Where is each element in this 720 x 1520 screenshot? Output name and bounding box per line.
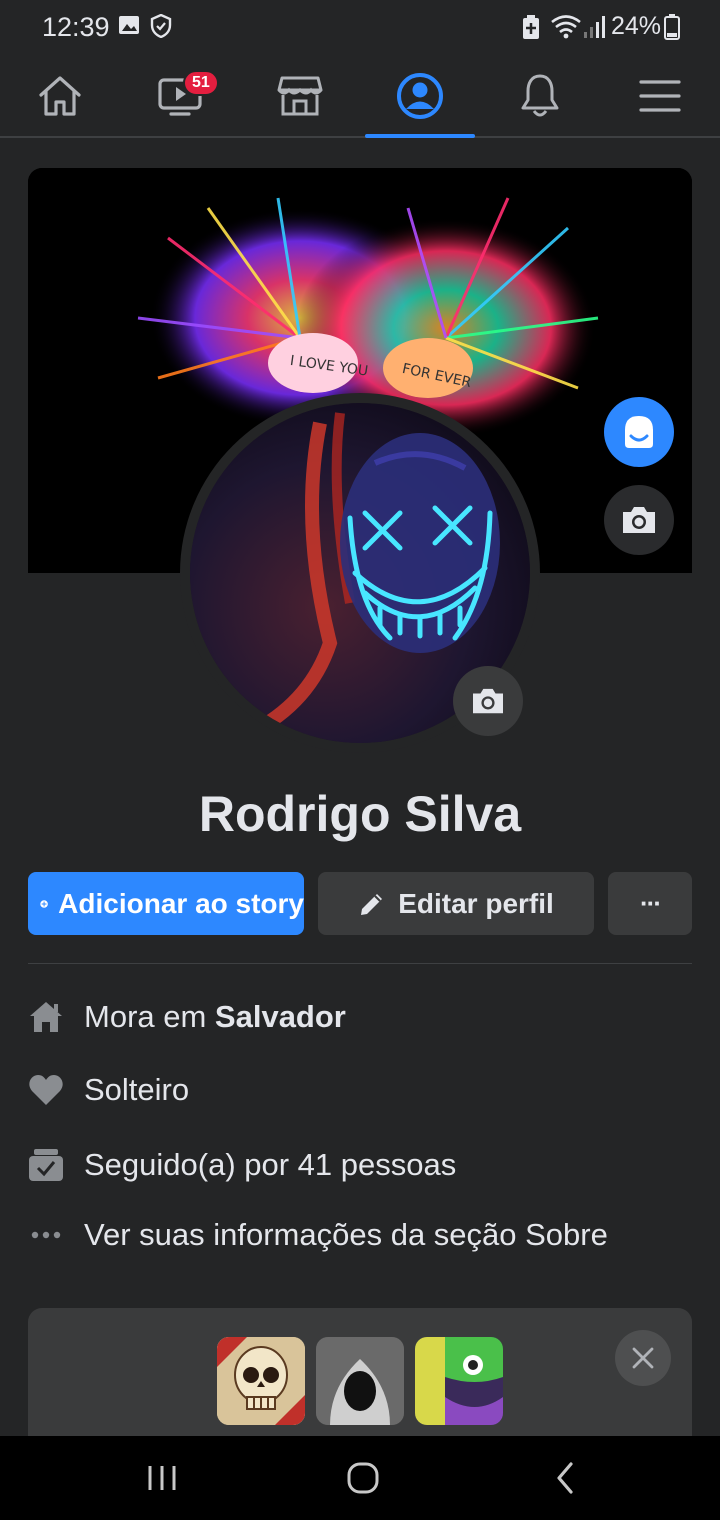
create-avatar-button[interactable]	[604, 397, 674, 467]
followers-icon	[28, 1147, 64, 1183]
signal-icon	[583, 14, 605, 45]
tab-profile[interactable]	[360, 56, 480, 136]
friend-suggestions-card	[28, 1308, 692, 1448]
tab-watch[interactable]: 51	[120, 56, 240, 136]
add-to-story-button[interactable]: Adicionar ao story	[28, 872, 304, 935]
battery-saver-icon	[521, 14, 541, 45]
more-options-label: ···	[640, 888, 662, 918]
section-divider	[28, 963, 692, 964]
info-lives-in: Mora em Salvador	[28, 995, 692, 1039]
profile-name: Rodrigo Silva	[198, 786, 522, 842]
dismiss-card-button[interactable]	[615, 1330, 671, 1386]
edit-cover-photo-button[interactable]	[604, 485, 674, 555]
followers-text: Seguido(a) por 41 pessoas	[84, 1147, 457, 1182]
bell-icon	[521, 74, 559, 117]
wifi-icon	[550, 14, 582, 45]
plus-circle-icon	[40, 899, 48, 908]
camera-icon	[623, 507, 655, 533]
status-bar: 12:39 24%	[0, 0, 720, 56]
tab-home[interactable]	[0, 56, 120, 136]
status-time: 12:39	[42, 12, 110, 42]
hamburger-icon	[639, 80, 681, 112]
tab-notifications[interactable]	[480, 56, 600, 136]
profile-icon	[397, 73, 443, 119]
tab-menu[interactable]	[600, 56, 720, 136]
back-button[interactable]	[535, 1454, 595, 1502]
tab-marketplace[interactable]	[240, 56, 360, 136]
close-icon	[632, 1347, 654, 1369]
gallery-icon	[118, 14, 140, 41]
watch-notification-badge: 51	[183, 70, 219, 96]
battery-icon	[664, 14, 680, 45]
chevron-left-icon	[557, 1462, 573, 1494]
info-see-about[interactable]: Ver suas informações da seção Sobre	[28, 1213, 692, 1257]
pencil-icon	[361, 893, 383, 915]
friend-thumbnail[interactable]	[217, 1337, 305, 1425]
store-icon	[277, 76, 323, 116]
shield-icon	[150, 13, 172, 43]
info-relationship: Solteiro	[28, 1068, 692, 1112]
home-icon	[39, 76, 81, 116]
edit-profile-picture-button[interactable]	[453, 666, 523, 736]
recent-apps-button[interactable]	[132, 1454, 192, 1502]
top-navigation: 51	[0, 56, 720, 138]
info-followers[interactable]: Seguido(a) por 41 pessoas	[28, 1143, 692, 1187]
home-circle-icon	[347, 1462, 379, 1494]
edit-profile-button[interactable]: Editar perfil	[318, 872, 594, 935]
add-to-story-label: Adicionar ao story	[58, 887, 304, 919]
lives-in-prefix: Mora em	[84, 999, 215, 1034]
relationship-text: Solteiro	[84, 1072, 190, 1107]
avatar-face-icon	[625, 416, 653, 448]
house-icon	[28, 999, 64, 1035]
friend-thumbnail[interactable]	[316, 1337, 404, 1425]
system-navigation-bar	[0, 1436, 720, 1520]
friend-thumbnail[interactable]	[415, 1337, 503, 1425]
ellipsis-icon	[28, 1217, 64, 1253]
edit-profile-label: Editar perfil	[398, 887, 554, 919]
recent-apps-icon	[148, 1466, 176, 1490]
home-button[interactable]	[333, 1454, 393, 1502]
more-options-button[interactable]: ···	[608, 872, 692, 935]
active-tab-indicator	[365, 134, 475, 138]
see-about-text: Ver suas informações da seção Sobre	[84, 1217, 608, 1252]
heart-icon	[28, 1072, 64, 1108]
camera-icon	[473, 688, 503, 714]
lives-in-city[interactable]: Salvador	[215, 999, 346, 1034]
battery-percent: 24%	[611, 12, 662, 40]
